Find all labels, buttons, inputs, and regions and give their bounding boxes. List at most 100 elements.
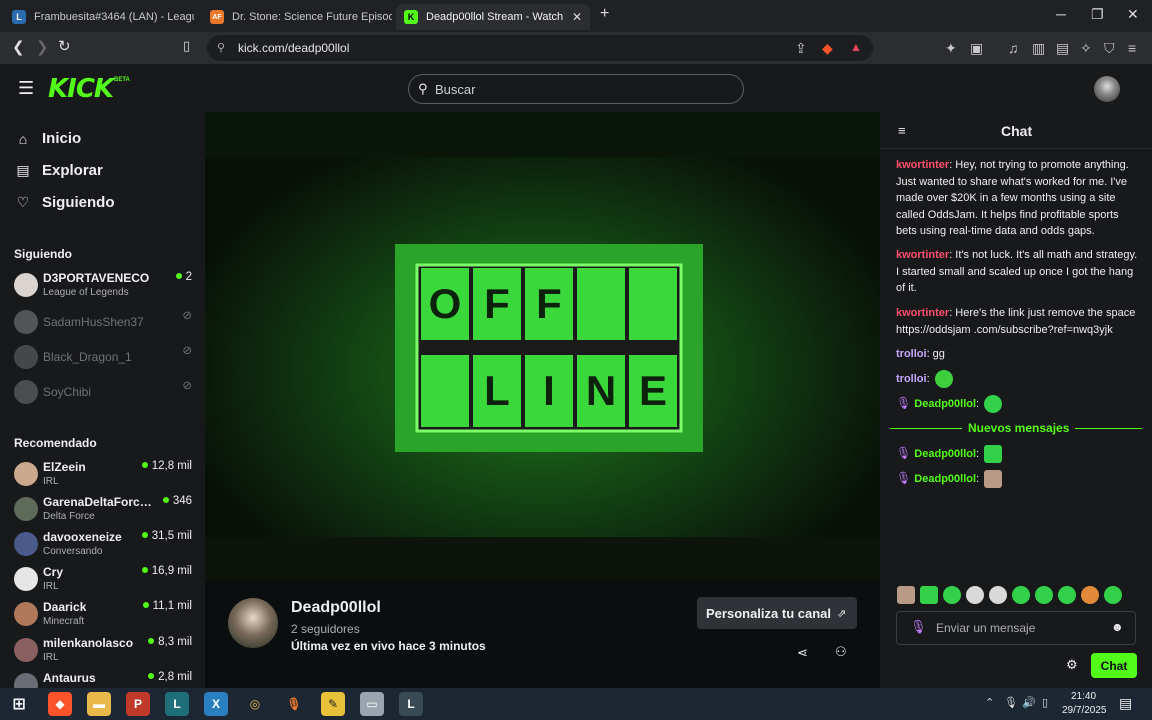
obs-icon[interactable]: ◎ [243,692,267,716]
tray-microphone-icon[interactable]: 🎙 [1004,696,1018,709]
vpn-icon[interactable]: ⛉ [1104,40,1115,57]
recommended-channel[interactable]: GarenaDeltaForce... Delta Force 346 [14,495,192,529]
channel-name: GarenaDeltaForce... [43,495,155,509]
heart-icon: ♡ [16,194,30,210]
pepe-emote-icon[interactable] [1058,586,1076,604]
recommended-channel[interactable]: Daarick Minecraft 11,1 mil [14,600,192,634]
close-window-button[interactable]: ✕ [1127,6,1139,23]
site-info-icon[interactable]: ⚲ [217,41,225,54]
brave-rewards-icon[interactable]: ▲ [850,40,862,54]
recommended-channel[interactable]: davooxeneize Conversando 31,5 mil [14,530,192,564]
recommended-channel[interactable]: Cry IRL 16,9 mil [14,565,192,599]
skull-emote-icon[interactable] [989,586,1007,604]
sidebar-toggle-icon[interactable]: ▥ [1032,40,1045,57]
pepe-emote-icon[interactable] [1104,586,1122,604]
browser-tab-league[interactable]: L Frambuesita#3464 (LAN) - LeagueOf [4,4,194,30]
notes-app-icon[interactable]: ✎ [321,692,345,716]
forward-icon[interactable]: ❯ [36,38,49,56]
home-icon: ⌂ [18,130,28,147]
chat-text: : gg [926,348,945,360]
recommended-section-title: Recomendado [14,436,97,450]
league-game-icon[interactable]: L [399,692,423,716]
nav-item-siguiendo[interactable]: ♡ Siguiendo [14,194,115,211]
pepe-emote-icon[interactable] [1012,586,1030,604]
offline-icon: ⊘ [182,380,192,392]
chat-settings-icon[interactable]: ⚙ [1066,657,1078,673]
share-icon[interactable]: ⋖ [797,645,808,661]
nav-item-explorar[interactable]: ▤ Explorar [14,162,102,179]
following-channel-sadamhusshen37[interactable]: SadamHusShen37 ⊘ [14,308,192,342]
kick-logo[interactable]: KICK [48,74,114,104]
wallet-icon[interactable]: ▤ [1056,40,1069,57]
tray-overflow-icon[interactable]: ⌃ [985,696,994,709]
menu-icon[interactable]: ≡ [1128,40,1136,56]
channel-category: IRL [43,581,59,592]
browser-tab-drstone[interactable]: AF Dr. Stone: Science Future Episodio 3 [202,4,392,30]
chat-username[interactable]: Deadp00llol [914,448,976,460]
channel-name[interactable]: Deadp00llol [291,599,381,617]
nav-item-inicio[interactable]: ⌂ Inicio [14,130,81,147]
microphone-app-icon[interactable]: 🎙 [282,692,306,716]
customize-channel-label: Personaliza tu canal [706,605,831,621]
app-window-icon[interactable]: ▭ [360,692,384,716]
network-icon[interactable]: ▯ [1042,696,1048,709]
chat-username[interactable]: trolloi [896,373,927,385]
minimize-button[interactable]: ─ [1056,6,1066,22]
league-client-icon[interactable]: L [165,692,189,716]
app-p-icon[interactable]: P [126,692,150,716]
app-x-icon[interactable]: X [204,692,228,716]
bookmark-icon[interactable]: ▯ [183,38,190,54]
music-icon[interactable]: ♫ [1008,40,1019,56]
back-icon[interactable]: ❮ [12,38,25,56]
pepe-emote-icon[interactable] [1035,586,1053,604]
customize-channel-button[interactable]: Personaliza tu canal ⇗ [697,597,857,629]
brave-shields-icon[interactable]: ◆ [822,40,833,57]
chat-username[interactable]: kwortinter [896,307,949,319]
chat-username[interactable]: trolloi [896,348,927,360]
offline-letter-tile [421,355,469,427]
microphone-badge-icon[interactable]: 🎙 [910,619,927,635]
recommended-channel[interactable]: ElZeein IRL 12,8 mil [14,460,192,494]
channel-avatar[interactable] [228,598,278,648]
taskbar-time[interactable]: 21:40 [1071,691,1096,702]
emoji-picker-icon[interactable]: ☻ [1111,620,1124,634]
chat-username[interactable]: Deadp00llol [914,473,976,485]
notifications-icon[interactable]: ▤ [1119,695,1132,712]
brave-browser-icon[interactable]: ◆ [48,692,72,716]
file-explorer-icon[interactable]: ▬ [87,692,111,716]
chat-username[interactable]: kwortinter [896,249,949,261]
following-channel-soychibi[interactable]: SoyChibi ⊘ [14,378,192,412]
chat-send-button[interactable]: Chat [1091,653,1137,678]
recommended-channel[interactable]: Antaurus 2,8 mil [14,671,192,688]
reload-icon[interactable]: ↻ [58,37,71,55]
pepe-emote-icon[interactable] [943,586,961,604]
maximize-button[interactable]: ❐ [1091,6,1104,23]
following-channel-black-dragon-1[interactable]: Black_Dragon_1 ⊘ [14,343,192,377]
user-avatar[interactable] [1094,76,1120,102]
new-tab-button[interactable]: + [600,5,609,23]
channel-avatar [14,532,38,556]
video-player[interactable]: O F F L I N E [205,112,880,580]
follow-user-icon[interactable]: ⚇ [835,644,847,660]
screenshot-icon[interactable]: ▣ [970,40,983,57]
volume-icon[interactable]: 🔊 [1022,696,1036,709]
cat-emote-icon[interactable] [897,586,915,604]
burger-emote-icon[interactable] [1081,586,1099,604]
url-text[interactable]: kick.com/deadp00llol [238,41,349,55]
viewer-count: 12,8 mil [142,460,192,472]
taskbar-date[interactable]: 29/7/2025 [1062,705,1107,716]
skull-emote-icon[interactable] [966,586,984,604]
recommended-channel[interactable]: milenkanolasco IRL 8,3 mil [14,636,192,670]
leo-ai-icon[interactable]: ✧ [1080,40,1092,57]
share-icon[interactable]: ⇪ [795,40,807,57]
browser-tab-kick[interactable]: K Deadp00llol Stream - Watch Live ✕ [396,4,590,30]
extensions-icon[interactable]: ✦ [945,40,957,57]
tab-close-icon[interactable]: ✕ [566,10,582,24]
hamburger-menu-icon[interactable]: ☰ [18,78,34,99]
pepe-emote-icon[interactable] [920,586,938,604]
collapse-chat-icon[interactable]: ≡ [898,123,906,138]
chat-username[interactable]: kwortinter [896,159,949,171]
chat-username[interactable]: Deadp00llol [914,398,976,410]
windows-start-icon[interactable]: ⊞ [7,692,31,716]
following-channel-d3portaveneco[interactable]: D3PORTAVENECO League of Legends 2 [14,271,192,305]
